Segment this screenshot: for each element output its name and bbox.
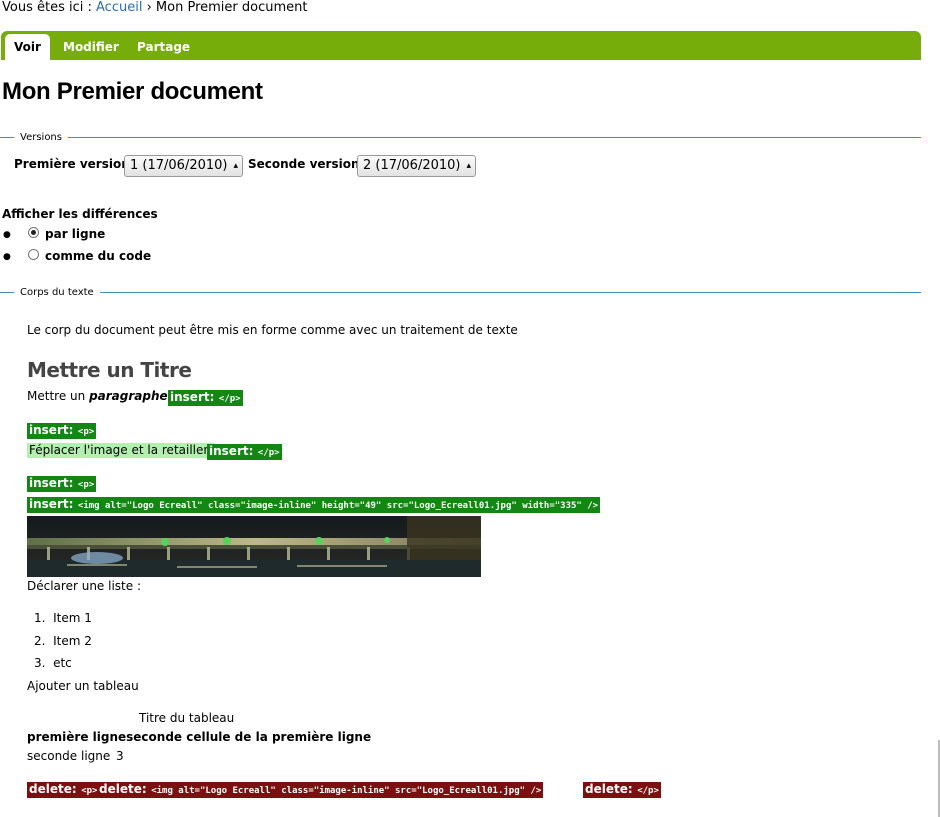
list-intro: Déclarer une liste : [27,579,141,593]
table-intro: Ajouter un tableau [27,679,139,693]
second-version-select[interactable]: 2 (17/06/2010) ▴ [357,155,476,177]
radio-par-ligne-label: par ligne [45,227,106,241]
insert-label: insert: [209,444,254,458]
paragraph-emphasis: paragraphe [89,389,168,403]
insert-marker: insert: <img alt="Logo Ecreall" class="i… [27,497,601,513]
radio-par-ligne[interactable] [28,227,39,238]
tab-voir[interactable]: Voir [5,34,50,60]
first-version-label: Première version [14,157,130,171]
second-version-label: Seconde version [248,157,360,171]
radio-code[interactable] [28,249,39,260]
tab-bar: Voir Modifier Partage [1,31,921,60]
versions-fieldset-rule [0,137,921,138]
body-fieldset-rule [0,292,921,293]
paragraph-prefix: Mettre un [27,389,86,403]
insert-label: insert: [170,390,215,404]
table-caption: Titre du tableau [139,711,235,725]
table-row-2-cell-1: seconde ligne [27,749,111,763]
insert-tag: </p> [257,448,280,458]
list-item-label: etc [53,656,72,670]
list-item-label: Item 2 [53,634,92,648]
list-item: 2. Item 2 [34,634,92,648]
versions-legend: Versions [14,131,68,145]
insert-marker: insert: </p> [207,444,282,460]
delete-tag: <p> [81,786,98,796]
delete-label: delete: [585,782,633,796]
second-version-value: 2 (17/06/2010) [363,158,461,173]
tab-partage[interactable]: Partage [137,34,190,60]
delete-tag: <img alt="Logo Ecreall" class="image-inl… [151,786,542,796]
list-item: 3. etc [34,656,72,670]
radio-option-code[interactable]: ● comme du code [0,248,200,264]
list-item-label: Item 1 [53,611,92,625]
insert-label: insert: [29,497,74,511]
paragraph-line: Mettre un paragraphe . [27,389,175,403]
breadcrumb-current: Mon Premier document [155,0,308,15]
insert-tag: <p> [77,427,95,437]
insert-tag: </p> [218,394,241,404]
radio-option-par-ligne[interactable]: ● par ligne [0,226,200,242]
bullet-icon: ● [3,230,11,240]
diff-mode-label: Afficher les différences [2,207,158,221]
delete-label: delete: [99,782,147,796]
insert-tag: <img alt="Logo Ecreall" class="image-inl… [77,501,599,511]
insert-marker: insert: <p> [27,423,97,439]
first-version-select[interactable]: 1 (17/06/2010) ▴ [124,155,243,177]
logo-image [27,516,481,577]
chevron-updown-icon: ▴ [466,161,471,171]
insert-tag: <p> [77,480,95,490]
radio-code-label: comme du code [45,249,152,263]
list-item: 1. Item 1 [34,611,92,625]
delete-marker: delete: <p> [27,782,100,798]
delete-tag: </p> [637,786,659,796]
breadcrumb-prefix: Vous êtes ici : [2,0,92,15]
delete-marker: delete: </p> [583,782,661,798]
tab-modifier[interactable]: Modifier [63,34,119,60]
insert-label: insert: [29,476,74,490]
insert-label: insert: [29,423,74,437]
table-row-2-cell-2: 3 [116,749,124,763]
delete-label: delete: [29,782,77,796]
first-version-value: 1 (17/06/2010) [130,158,228,173]
breadcrumb-separator: › [146,0,152,15]
breadcrumb: Vous êtes ici : Accueil › Mon Premier do… [2,0,307,16]
insert-marker: insert: </p> [168,390,243,406]
chevron-updown-icon: ▴ [233,161,238,171]
body-legend: Corps du texte [14,286,100,300]
bullet-icon: ● [3,252,11,262]
insert-marker: insert: <p> [27,476,97,492]
bridge-photo-icon [27,516,481,577]
table-row-1: première ligneseconde cellule de la prem… [27,730,372,744]
body-intro: Le corp du document peut être mis en for… [27,323,518,337]
inserted-text: Féplacer l'image et la retailler. [27,443,215,458]
body-heading: Mettre un Titre [27,358,192,382]
delete-marker: delete: <img alt="Logo Ecreall" class="i… [97,782,544,798]
breadcrumb-home-link[interactable]: Accueil [96,0,142,15]
page-title: Mon Premier document [2,78,263,105]
